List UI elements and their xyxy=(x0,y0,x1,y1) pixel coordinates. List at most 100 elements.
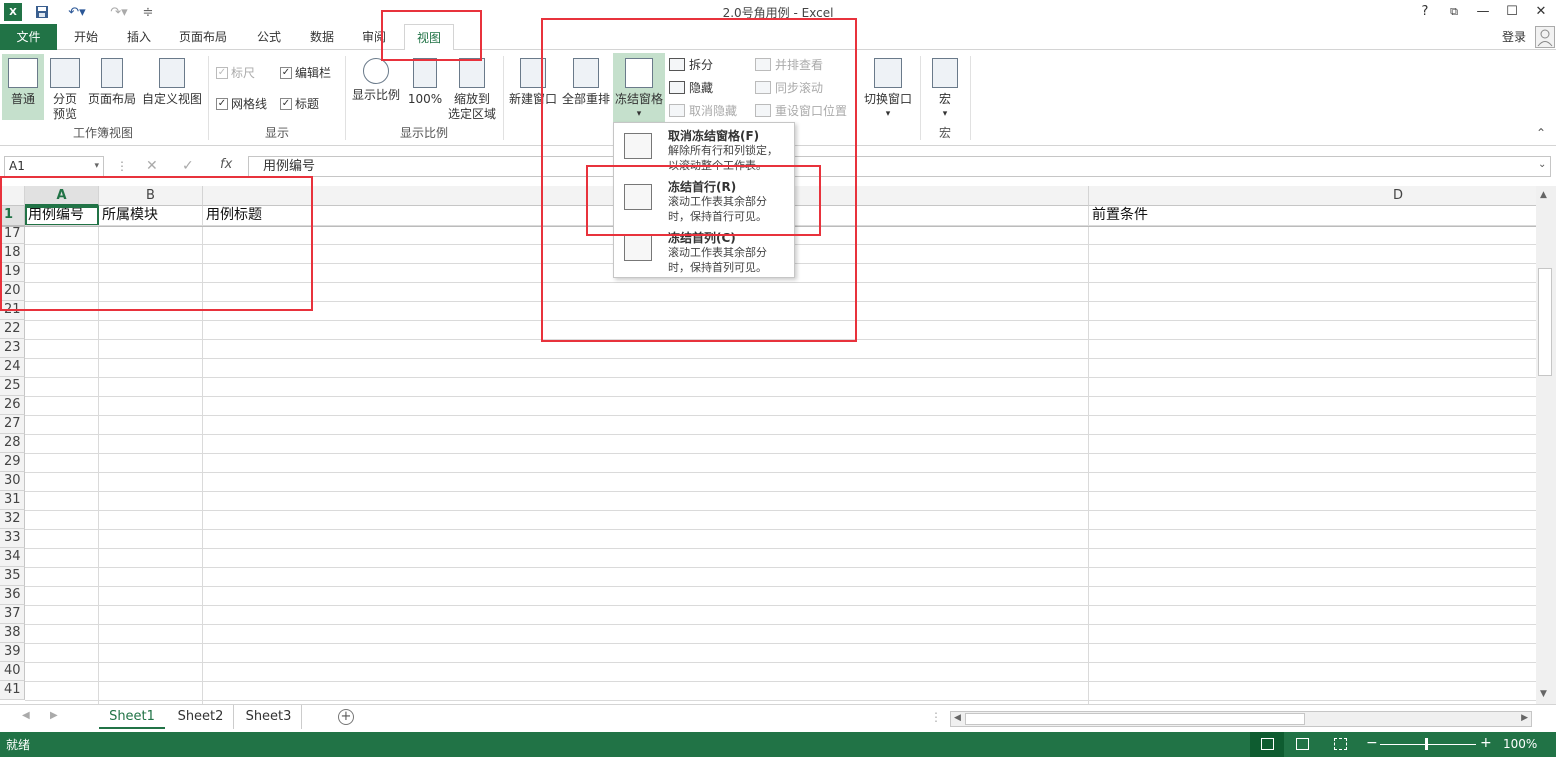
zoom-slider-handle[interactable] xyxy=(1425,738,1428,750)
macros-icon xyxy=(932,58,958,88)
enter-icon[interactable]: ✓ xyxy=(182,158,194,174)
tab-page-layout[interactable]: 页面布局 xyxy=(168,24,238,50)
normal-view-button[interactable]: 普通 xyxy=(2,54,44,120)
help-icon[interactable]: ? xyxy=(1411,2,1439,22)
sheet-tab-sheet1[interactable]: Sheet1 xyxy=(99,705,165,729)
expand-formula-bar-icon[interactable]: ⌄ xyxy=(1538,159,1546,170)
row-header[interactable]: 30 xyxy=(0,472,25,491)
row-header[interactable]: 22 xyxy=(0,320,25,339)
zoom-slider[interactable] xyxy=(1380,744,1476,745)
scroll-down-icon[interactable]: ▼ xyxy=(1540,689,1547,699)
tab-data[interactable]: 数据 xyxy=(298,24,346,50)
zoom-to-selection-button[interactable]: 缩放到 选定区域 xyxy=(446,58,498,122)
normal-view-icon xyxy=(8,58,38,88)
formula-bar-checkbox[interactable]: ✓ 编辑栏 xyxy=(280,64,331,81)
page-break-preview-button[interactable]: 分页 预览 xyxy=(46,58,84,122)
group-divider xyxy=(920,56,921,140)
row-header[interactable]: 31 xyxy=(0,491,25,510)
row-header[interactable]: 40 xyxy=(0,662,25,681)
gridline xyxy=(25,548,1536,549)
vertical-scrollbar[interactable]: ▲ ▼ xyxy=(1536,186,1556,704)
group-label-workbook-views: 工作簿视图 xyxy=(72,126,133,140)
row-header[interactable]: 39 xyxy=(0,643,25,662)
cell-d1[interactable]: 前置条件 xyxy=(1089,206,1148,225)
group-divider xyxy=(970,56,971,140)
macros-button[interactable]: 宏 ▾ xyxy=(926,58,964,122)
gridline xyxy=(25,662,1536,663)
page-break-status-icon[interactable] xyxy=(1334,738,1347,750)
row-header[interactable]: 29 xyxy=(0,453,25,472)
scroll-thumb[interactable] xyxy=(1538,268,1552,376)
row-header[interactable]: 25 xyxy=(0,377,25,396)
ribbon-display-options-icon[interactable]: ⧉ xyxy=(1440,2,1468,22)
gridline xyxy=(25,529,1536,530)
gridline xyxy=(25,415,1536,416)
collapse-ribbon-icon[interactable]: ⌃ xyxy=(1536,126,1546,140)
row-header[interactable]: 33 xyxy=(0,529,25,548)
next-sheet-icon[interactable]: ▶ xyxy=(50,710,58,721)
chevron-down-icon: ▾ xyxy=(942,109,948,119)
zoom-out-icon[interactable]: − xyxy=(1366,735,1378,751)
row-header[interactable]: 32 xyxy=(0,510,25,529)
row-header[interactable]: 41 xyxy=(0,681,25,700)
login-link[interactable]: 登录 xyxy=(1494,24,1534,50)
row-header[interactable]: 38 xyxy=(0,624,25,643)
maximize-icon[interactable]: ☐ xyxy=(1498,2,1526,22)
horizontal-scrollbar[interactable]: ◀ ▶ xyxy=(950,711,1532,727)
gridlines-checkbox[interactable]: ✓ 网格线 xyxy=(216,95,267,112)
gridline xyxy=(25,358,1536,359)
gridline xyxy=(25,434,1536,435)
zoom-button[interactable]: 显示比例 xyxy=(350,58,402,103)
normal-view-status-button[interactable] xyxy=(1250,732,1284,757)
row-header[interactable]: 26 xyxy=(0,396,25,415)
switch-windows-button[interactable]: 切换窗口 ▾ xyxy=(860,58,916,122)
magnifier-icon xyxy=(363,58,389,84)
formula-input[interactable]: 用例编号 xyxy=(248,156,1551,177)
scroll-right-icon[interactable]: ▶ xyxy=(1521,713,1528,723)
row-header[interactable]: 27 xyxy=(0,415,25,434)
insert-function-icon[interactable]: fx xyxy=(220,157,232,172)
close-icon[interactable]: ✕ xyxy=(1527,2,1555,22)
column-header-d[interactable]: D xyxy=(1089,186,1536,206)
row-header[interactable]: 35 xyxy=(0,567,25,586)
row-header[interactable]: 24 xyxy=(0,358,25,377)
gridline xyxy=(25,453,1536,454)
row-header[interactable]: 34 xyxy=(0,548,25,567)
formula-bar-menu-icon: ⋮ xyxy=(116,159,128,173)
tab-file[interactable]: 文件 xyxy=(0,24,57,50)
prev-sheet-icon[interactable]: ◀ xyxy=(22,710,30,721)
row-header[interactable]: 36 xyxy=(0,586,25,605)
headings-checkbox[interactable]: ✓ 标题 xyxy=(280,95,319,112)
zoom-selection-icon xyxy=(459,58,485,88)
sheet-tab-sheet3[interactable]: Sheet3 xyxy=(236,705,302,729)
page-layout-view-button[interactable]: 页面布局 xyxy=(86,58,138,107)
sheet-bar-splitter[interactable]: ⋮ xyxy=(930,710,942,724)
scroll-up-icon[interactable]: ▲ xyxy=(1540,190,1547,200)
sheet-tab-sheet2[interactable]: Sheet2 xyxy=(168,705,234,729)
tab-formulas[interactable]: 公式 xyxy=(244,24,294,50)
add-sheet-icon[interactable]: + xyxy=(338,709,354,725)
h-scroll-thumb[interactable] xyxy=(965,713,1305,725)
group-label-macros: 宏 xyxy=(938,126,951,140)
group-label-zoom: 显示比例 xyxy=(399,126,448,140)
ruler-checkbox[interactable]: ✓ 标尺 xyxy=(216,64,255,81)
tab-insert[interactable]: 插入 xyxy=(114,24,164,50)
zoom-level[interactable]: 100% xyxy=(1503,737,1537,751)
row-header[interactable]: 28 xyxy=(0,434,25,453)
page-layout-status-icon[interactable] xyxy=(1296,738,1309,750)
scroll-left-icon[interactable]: ◀ xyxy=(954,713,961,723)
row-header[interactable]: 37 xyxy=(0,605,25,624)
zoom-100-button[interactable]: 100% xyxy=(406,58,444,107)
gridline xyxy=(25,643,1536,644)
zoom-in-icon[interactable]: + xyxy=(1480,735,1492,751)
highlight-freeze-top-row xyxy=(586,165,821,236)
minimize-icon[interactable]: — xyxy=(1469,2,1497,22)
gridline xyxy=(25,586,1536,587)
gridline xyxy=(25,624,1536,625)
avatar[interactable] xyxy=(1535,26,1555,48)
custom-views-button[interactable]: 自定义视图 xyxy=(140,58,204,107)
tab-home[interactable]: 开始 xyxy=(62,24,110,50)
cancel-icon[interactable]: ✕ xyxy=(146,158,158,174)
name-box[interactable]: A1 ▾ xyxy=(4,156,104,177)
row-header[interactable]: 23 xyxy=(0,339,25,358)
